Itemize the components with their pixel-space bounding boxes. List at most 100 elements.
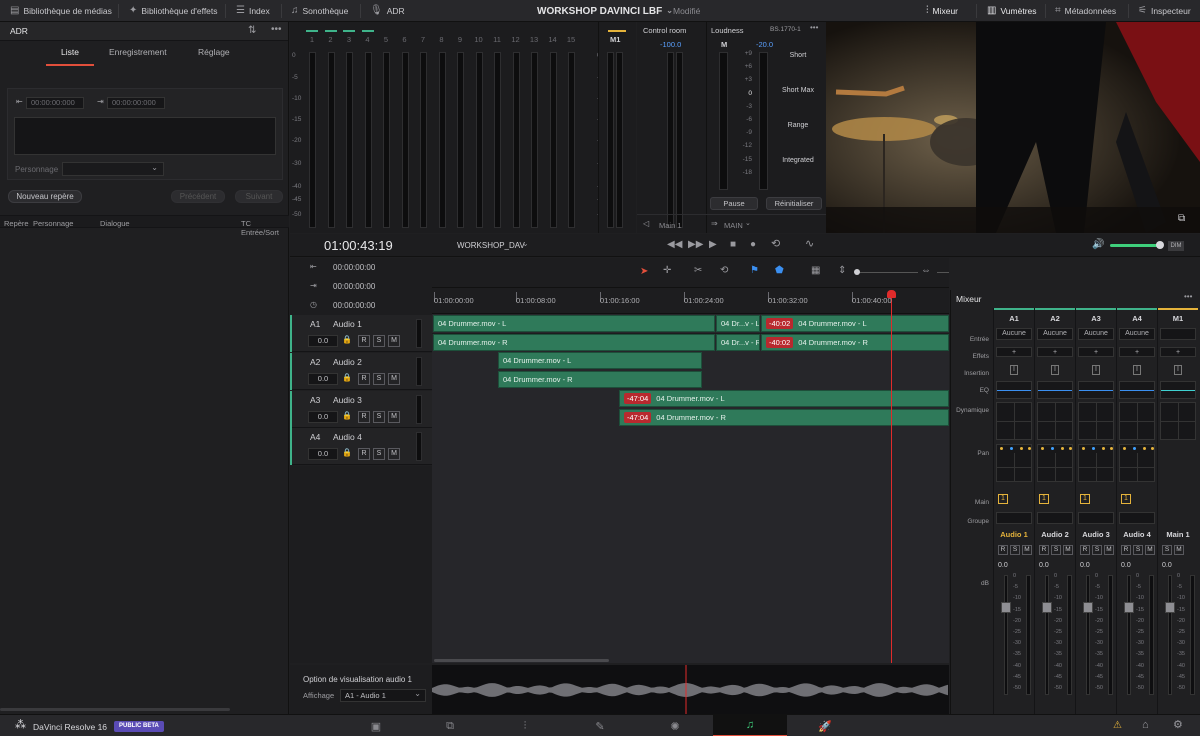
mute-button[interactable]: M xyxy=(1104,545,1114,555)
clip-a1-r[interactable]: 04 Drummer.mov - R xyxy=(433,334,715,351)
mixer-dynamics-graph[interactable] xyxy=(1160,402,1196,440)
mixer-channel-name[interactable]: Audio 1 xyxy=(994,530,1034,539)
reset-button[interactable]: Réinitialiser xyxy=(766,197,822,210)
page-color[interactable]: ✺ xyxy=(638,715,712,736)
mute-button[interactable]: M xyxy=(388,373,400,385)
mixer-effects-slot[interactable]: + xyxy=(996,347,1032,357)
mixer-dynamics-graph[interactable] xyxy=(1119,402,1155,440)
mixer-eq-graph[interactable] xyxy=(1078,381,1114,399)
fullscreen-icon[interactable]: ⧉ xyxy=(1178,214,1185,224)
mixer-pan-control[interactable] xyxy=(1119,444,1155,482)
mixer-channel-name[interactable]: Audio 2 xyxy=(1035,530,1075,539)
mixer-eq-graph[interactable] xyxy=(1160,381,1196,399)
record-arm-button[interactable]: R xyxy=(358,335,370,347)
mute-button[interactable]: M xyxy=(1145,545,1155,555)
track-volume-field[interactable]: 0.0 xyxy=(308,411,338,423)
mixer-main-assign[interactable]: 1 xyxy=(1080,494,1090,504)
mute-button[interactable]: M xyxy=(1063,545,1073,555)
tc-in-value[interactable]: 00:00:00:00 xyxy=(333,263,375,272)
mixer-effects-slot[interactable]: + xyxy=(1119,347,1155,357)
page-media[interactable]: ▣ xyxy=(339,715,413,736)
zoom-slider-horizontal[interactable] xyxy=(937,272,949,273)
mixer-effects-slot[interactable]: + xyxy=(1160,347,1196,357)
clip-a3-r[interactable]: -47:04 04 Drummer.mov - R xyxy=(619,409,949,426)
fader-knob[interactable] xyxy=(1001,602,1011,613)
play-icon[interactable]: ▶ xyxy=(709,240,717,250)
track-volume-field[interactable]: 0.0 xyxy=(308,448,338,460)
timeline-name[interactable]: WORKSHOP_DAV xyxy=(457,241,525,250)
fader-value[interactable]: 0.0 xyxy=(1162,562,1172,569)
col-character[interactable]: Personnage xyxy=(33,219,73,228)
volume-slider-knob[interactable] xyxy=(1156,241,1164,249)
character-dropdown[interactable]: ⌄ xyxy=(62,162,164,176)
solo-button[interactable]: S xyxy=(373,335,385,347)
tab-reglage[interactable]: Réglage xyxy=(198,47,230,57)
page-edit[interactable]: ⫶ xyxy=(488,715,562,736)
col-tc[interactable]: TC Entrée/Sort xyxy=(241,219,288,237)
solo-button[interactable]: S xyxy=(1162,545,1172,555)
loudness-standard[interactable]: BS.1770-1 xyxy=(770,26,801,33)
record-arm-button[interactable]: R xyxy=(1121,545,1131,555)
tab-enregistrement[interactable]: Enregistrement xyxy=(109,47,167,57)
clip-a1-short-r[interactable]: 04 Dr...v - R xyxy=(716,334,760,351)
mixer-effects-slot[interactable]: + xyxy=(1078,347,1114,357)
page-cut[interactable]: ⧉ xyxy=(413,715,487,736)
mixer-main-assign[interactable]: 1 xyxy=(1121,494,1131,504)
tc-out-value[interactable]: 00:00:00:00 xyxy=(333,282,375,291)
track-header-a1[interactable]: A1 Audio 1 0.0 🔒 R S M xyxy=(290,315,432,352)
sound-library-button[interactable]: ♫ Sonothèque xyxy=(291,0,348,22)
pointer-tool-icon[interactable]: ➤ xyxy=(640,267,648,277)
mixer-main-assign[interactable]: 1 xyxy=(998,494,1008,504)
display-dropdown[interactable]: A1 - Audio 1 ⌄ xyxy=(340,689,426,702)
mixer-main-assign[interactable]: 1 xyxy=(1039,494,1049,504)
timeline-scrollbar[interactable] xyxy=(434,659,609,662)
mixer-eq-graph[interactable] xyxy=(1037,381,1073,399)
mixer-dynamics-graph[interactable] xyxy=(1037,402,1073,440)
tab-liste[interactable]: Liste xyxy=(61,47,79,57)
insert-toggle-icon[interactable]: I xyxy=(1133,365,1141,375)
range-tool-icon[interactable]: ✛ xyxy=(663,266,671,276)
video-viewer[interactable]: ⧉ xyxy=(826,22,1200,233)
flag-icon[interactable]: ⚑ xyxy=(750,266,759,276)
mixer-eq-graph[interactable] xyxy=(996,381,1032,399)
clip-a1b-l[interactable]: -40:02 04 Drummer.mov - L xyxy=(761,315,949,332)
insert-toggle-icon[interactable]: I xyxy=(1174,365,1182,375)
zoom-slider-vertical[interactable] xyxy=(858,272,918,273)
solo-button[interactable]: S xyxy=(1092,545,1102,555)
fader-value[interactable]: 0.0 xyxy=(1121,562,1131,569)
mixer-toggle-button[interactable]: ⫶ Mixeur xyxy=(926,0,958,22)
next-button[interactable]: Suivant xyxy=(235,190,283,203)
clip-a1-l[interactable]: 04 Drummer.mov - L xyxy=(433,315,715,332)
project-title[interactable]: WORKSHOP DAVINCI LBF ⌄ xyxy=(537,0,673,22)
razor-icon[interactable]: ✂ xyxy=(694,266,702,276)
insert-toggle-icon[interactable]: I xyxy=(1092,365,1100,375)
mixer-pan-control[interactable] xyxy=(1078,444,1114,482)
mute-button[interactable]: M xyxy=(1174,545,1184,555)
marker-icon[interactable]: ⬟ xyxy=(775,266,784,276)
dialogue-textarea[interactable] xyxy=(14,117,276,155)
clip-a3-l[interactable]: -47:04 04 Drummer.mov - L xyxy=(619,390,949,407)
fast-forward-icon[interactable]: ▶▶ xyxy=(688,240,703,250)
mixer-dynamics-graph[interactable] xyxy=(996,402,1032,440)
fader-track[interactable] xyxy=(1168,575,1172,695)
master-timecode[interactable]: 01:00:43:19 xyxy=(324,238,393,253)
fader-track[interactable] xyxy=(1086,575,1090,695)
page-fairlight[interactable]: ♫ xyxy=(713,715,787,736)
lock-icon[interactable]: 🔒 xyxy=(342,374,352,382)
playhead[interactable] xyxy=(891,294,892,663)
track-name[interactable]: Audio 2 xyxy=(333,357,362,367)
settings-gear-icon[interactable]: ⚙ xyxy=(1173,720,1183,731)
insert-toggle-icon[interactable]: I xyxy=(1051,365,1059,375)
mute-button[interactable]: M xyxy=(388,448,400,460)
solo-button[interactable]: S xyxy=(373,448,385,460)
mixer-channel-name[interactable]: Audio 3 xyxy=(1076,530,1116,539)
mixer-dynamics-graph[interactable] xyxy=(1078,402,1114,440)
more-options-icon[interactable]: ••• xyxy=(1184,293,1192,301)
media-pool-button[interactable]: ▤ Bibliothèque de médias xyxy=(10,0,112,22)
sort-icon[interactable]: ⇅ xyxy=(248,26,256,36)
zoom-slider-vertical-knob[interactable] xyxy=(854,269,860,275)
mute-button[interactable]: M xyxy=(388,411,400,423)
solo-button[interactable]: S xyxy=(373,411,385,423)
more-options-icon[interactable]: ••• xyxy=(271,25,282,35)
timeline[interactable]: ➤ ✛ ✂ ⟲ ⚑ ⬟ ▦ ⇕ ⇔ 04 Drummer.mov - L 04 … xyxy=(432,258,949,663)
